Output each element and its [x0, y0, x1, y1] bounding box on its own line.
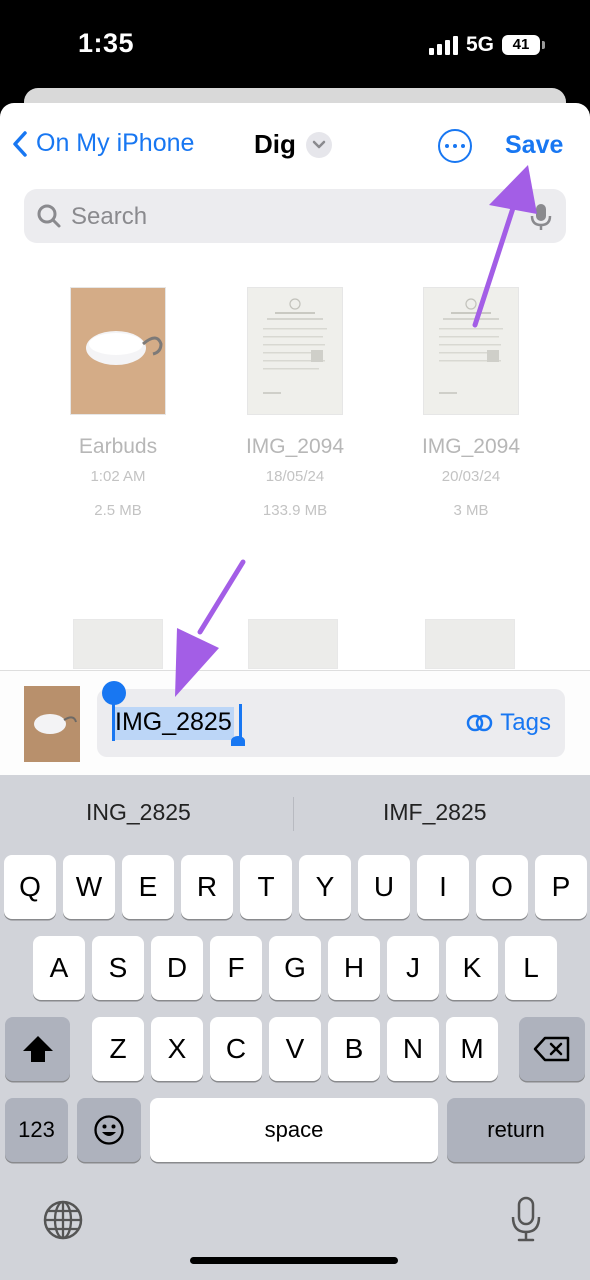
- selection-end-knob[interactable]: [231, 736, 245, 746]
- back-chevron-icon: [13, 130, 27, 157]
- key-a[interactable]: A: [33, 936, 85, 1000]
- file-date: 20/03/24: [441, 468, 501, 485]
- key-k[interactable]: K: [446, 936, 498, 1000]
- shift-key[interactable]: [5, 1017, 70, 1081]
- tags-button[interactable]: Tags: [466, 709, 551, 737]
- file-thumbnail[interactable]: [248, 619, 338, 669]
- back-button[interactable]: On My iPhone: [12, 129, 194, 158]
- key-s[interactable]: S: [92, 936, 144, 1000]
- return-key[interactable]: return: [447, 1098, 585, 1162]
- earbuds-image: [86, 331, 163, 365]
- file-thumbnail[interactable]: [425, 619, 515, 669]
- selection-start-handle[interactable]: [112, 701, 115, 741]
- emoji-key[interactable]: [77, 1098, 141, 1162]
- space-key[interactable]: space: [150, 1098, 438, 1162]
- file-size: 2.5 MB: [94, 502, 142, 519]
- delete-key[interactable]: [519, 1017, 585, 1081]
- home-indicator: [190, 1257, 398, 1264]
- key-j[interactable]: J: [387, 936, 439, 1000]
- key-g[interactable]: G: [269, 936, 321, 1000]
- file-item[interactable]: IMG_2094 20/03/24 3 MB: [387, 287, 555, 518]
- microphone-icon[interactable]: [530, 202, 552, 232]
- folder-title: Dig: [254, 129, 296, 159]
- key-v[interactable]: V: [269, 1017, 321, 1081]
- key-c[interactable]: C: [210, 1017, 262, 1081]
- key-q[interactable]: Q: [4, 855, 56, 919]
- document-image: [263, 298, 327, 394]
- key-w[interactable]: W: [63, 855, 115, 919]
- filename-value: IMG_2825: [114, 707, 234, 740]
- search-placeholder: Search: [71, 203, 148, 230]
- key-b[interactable]: B: [328, 1017, 380, 1081]
- status-time: 1:35: [78, 28, 135, 58]
- delete-icon: [533, 1036, 570, 1062]
- file-thumbnail: [70, 287, 166, 415]
- file-size: 3 MB: [453, 502, 489, 519]
- back-label: On My iPhone: [36, 129, 195, 157]
- key-i[interactable]: I: [417, 855, 469, 919]
- screen: 1:35 5G 41 On My iPhone Dig Save Search: [0, 0, 590, 1280]
- search-field[interactable]: Search: [24, 189, 566, 243]
- key-n[interactable]: N: [387, 1017, 439, 1081]
- filename-input[interactable]: IMG_2825 Tags: [97, 681, 565, 757]
- chevron-down-icon: [305, 131, 332, 158]
- file-item[interactable]: Earbuds 1:02 AM 2.5 MB: [34, 287, 202, 518]
- file-name: IMG_2094: [421, 435, 521, 458]
- file-thumbnail: [247, 287, 343, 415]
- key-f[interactable]: F: [210, 936, 262, 1000]
- microphone-icon[interactable]: [510, 1196, 542, 1242]
- more-icon[interactable]: [438, 129, 472, 163]
- file-date: 18/05/24: [265, 468, 325, 485]
- key-r[interactable]: R: [181, 855, 233, 919]
- numbers-key[interactable]: 123: [5, 1098, 68, 1162]
- file-size: 133.9 MB: [262, 502, 328, 519]
- key-x[interactable]: X: [151, 1017, 203, 1081]
- file-item[interactable]: IMG_2094 18/05/24 133.9 MB: [211, 287, 379, 518]
- key-l[interactable]: L: [505, 936, 557, 1000]
- search-icon: [37, 204, 61, 228]
- key-t[interactable]: T: [240, 855, 292, 919]
- file-date: 1:02 AM: [90, 468, 146, 485]
- file-thumbnail: [423, 287, 519, 415]
- key-y[interactable]: Y: [299, 855, 351, 919]
- status-indicators: 5G 41: [428, 33, 545, 57]
- save-button[interactable]: Save: [505, 131, 563, 160]
- battery-icon: 41: [502, 35, 545, 55]
- tags-icon: [467, 714, 493, 732]
- suggestion-divider: [293, 797, 294, 831]
- file-thumbnail[interactable]: [73, 619, 163, 669]
- suggestion-2[interactable]: IMF_2825: [383, 799, 487, 826]
- selection-start-knob[interactable]: [102, 681, 126, 705]
- key-u[interactable]: U: [358, 855, 410, 919]
- keyboard: ING_2825 IMF_2825 QWERTYUIOP ASDFGHJKL Z…: [0, 775, 590, 1280]
- key-m[interactable]: M: [446, 1017, 498, 1081]
- suggestion-1[interactable]: ING_2825: [86, 799, 191, 826]
- preview-thumbnail: [24, 686, 80, 762]
- key-e[interactable]: E: [122, 855, 174, 919]
- key-z[interactable]: Z: [92, 1017, 144, 1081]
- key-p[interactable]: P: [535, 855, 587, 919]
- tags-label: Tags: [500, 709, 551, 736]
- filename-bar: IMG_2825 Tags: [0, 670, 590, 775]
- network-type: 5G: [465, 33, 494, 56]
- file-name: IMG_2094: [245, 435, 345, 458]
- globe-icon[interactable]: [42, 1199, 84, 1241]
- document-image: [439, 298, 503, 394]
- shift-icon: [22, 1036, 53, 1062]
- key-h[interactable]: H: [328, 936, 380, 1000]
- emoji-icon: [94, 1115, 124, 1145]
- file-name: Earbuds: [78, 435, 158, 458]
- folder-title-button[interactable]: Dig: [254, 129, 332, 160]
- signal-icon: [428, 35, 458, 55]
- key-d[interactable]: D: [151, 936, 203, 1000]
- key-o[interactable]: O: [476, 855, 528, 919]
